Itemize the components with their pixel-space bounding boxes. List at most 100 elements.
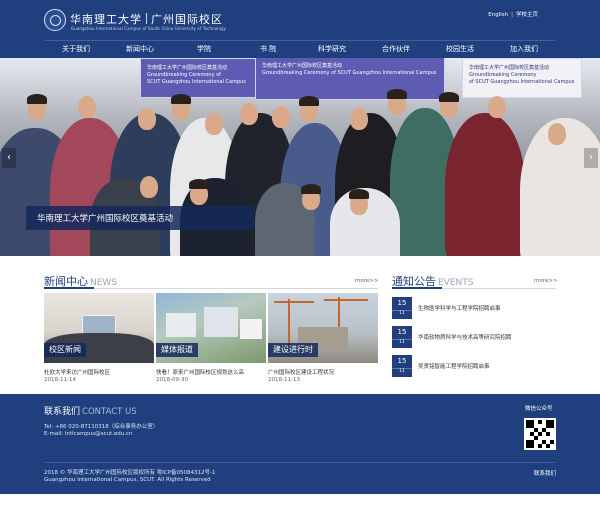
backdrop-center-text: 华南理工大学广州国际校区奠基活动 Groundbreaking Ceremony… xyxy=(262,63,437,76)
banner-prev-arrow-icon[interactable]: ‹ xyxy=(2,148,16,168)
banner-backdrop-right: 华南理工大学广州国际校区奠基活动 Groundbreaking Ceremony… xyxy=(462,58,582,98)
top-links: English | 学校主页 xyxy=(488,10,538,18)
notice-title-en: EVENTS xyxy=(438,278,474,288)
news-card-label: 媒体报道 xyxy=(156,343,198,357)
copyright-en: Guangzhou International Campus, SCUT. Al… xyxy=(44,477,211,483)
backdrop-right-text: 华南理工大学广州国际校区奠基活动 Groundbreaking Ceremony… xyxy=(469,65,575,85)
news-more-link[interactable]: more>> xyxy=(355,278,378,284)
campus-building xyxy=(166,313,196,337)
news-card-caption: 广州国际校区建设工程状况 xyxy=(268,370,335,376)
contact-title-cn: 联系我们 xyxy=(44,407,81,417)
contact-phone: Tel: +86 020-87110318（综合事务办公室） xyxy=(44,424,159,430)
crane xyxy=(288,299,290,349)
crowd-hair xyxy=(189,179,209,189)
crowd-face xyxy=(138,108,156,130)
logo-campus-name: 广州国际校区 xyxy=(151,13,223,26)
crowd-face xyxy=(272,106,290,128)
notice-title[interactable]: 吴贤铭智能工程学院招聘启事 xyxy=(418,362,490,370)
wechat-qr-code xyxy=(524,418,556,450)
news-card[interactable]: 校区新闻 杜欧大学来访广州国际校区 2018-11-14 xyxy=(44,293,154,387)
notice-divider-accent xyxy=(392,287,442,289)
logo-english-name: Guangzhou International Campus of South … xyxy=(71,26,227,31)
notice-day: 15 xyxy=(397,357,407,365)
footer-contact-link[interactable]: 联系我们 xyxy=(534,469,556,477)
nav-campus-life[interactable]: 校园生活 xyxy=(428,42,492,58)
qr-code-icon xyxy=(526,420,554,448)
nav-partners[interactable]: 合作伙伴 xyxy=(364,42,428,58)
university-home-link[interactable]: 学校主页 xyxy=(516,12,538,18)
english-link[interactable]: English xyxy=(488,12,508,18)
nav-divider xyxy=(44,40,556,41)
crowd-face xyxy=(240,103,258,125)
nav-schools[interactable]: 学院 xyxy=(172,42,236,58)
crane xyxy=(324,299,368,301)
site-header: 华南理工大学 广州国际校区 Guangzhou International Cam… xyxy=(0,0,600,58)
nav-join-us[interactable]: 加入我们 xyxy=(492,42,556,58)
crowd-hair xyxy=(301,184,321,194)
news-card-label: 建设进行时 xyxy=(268,343,318,357)
crowd-hair xyxy=(299,96,319,106)
nav-news[interactable]: 新闻中心 xyxy=(108,42,172,58)
crowd-face xyxy=(205,113,223,135)
news-card[interactable]: 建设进行时 广州国际校区建设工程状况 2018-11-13 xyxy=(268,293,378,387)
logo-title: 华南理工大学 广州国际校区 xyxy=(70,11,223,27)
top-links-separator: | xyxy=(511,12,513,18)
logo-school-name: 华南理工大学 xyxy=(70,13,142,26)
crowd-face xyxy=(548,123,566,145)
presentation-screen xyxy=(82,315,116,335)
notice-date-badge: 15 11 xyxy=(392,326,412,348)
crowd-face xyxy=(140,176,158,198)
notice-title[interactable]: 华南软物质科学与技术高等研究院招聘 xyxy=(418,333,512,341)
notice-day: 15 xyxy=(397,299,407,307)
crowd-figure xyxy=(445,113,525,256)
nav-about[interactable]: 关于我们 xyxy=(44,42,108,58)
news-divider xyxy=(44,288,378,289)
notice-month: 11 xyxy=(392,339,412,346)
banner-next-arrow-icon[interactable]: › xyxy=(584,148,598,168)
news-divider-accent xyxy=(44,287,94,289)
notice-item[interactable]: 15 11 吴贤铭智能工程学院招聘启事 xyxy=(392,355,556,377)
news-card[interactable]: 媒体报道 快看！原来广州国际校区规划这么高 2018-09-30 xyxy=(156,293,266,387)
banner-caption[interactable]: 华南理工大学广州国际校区奠基活动 xyxy=(26,206,254,230)
backdrop-left-text: 华南理工大学广州国际校区奠基活动 Groundbreaking Ceremony… xyxy=(147,65,246,85)
crowd-hair xyxy=(439,92,459,102)
contact-email[interactable]: E-mail: intlcampus@scut.edu.cn xyxy=(44,431,133,437)
notice-day: 15 xyxy=(397,328,407,336)
news-card-date: 2018-09-30 xyxy=(156,377,188,383)
logo-divider xyxy=(146,13,147,24)
footer-divider xyxy=(44,462,556,463)
notice-month: 11 xyxy=(392,310,412,317)
copyright-cn: 2018 © 华南理工大学广州国际校区版权所有 粤ICP备05084312号-1 xyxy=(44,470,216,476)
crowd-hair xyxy=(27,94,47,104)
notice-item[interactable]: 15 11 华南软物质科学与技术高等研究院招聘 xyxy=(392,326,556,348)
notice-title[interactable]: 生物医学科学与工程学院招聘启事 xyxy=(418,304,501,312)
crane xyxy=(274,301,314,303)
nav-research[interactable]: 科学研究 xyxy=(300,42,364,58)
news-card-date: 2018-11-13 xyxy=(268,377,300,383)
news-card-date: 2018-11-14 xyxy=(44,377,76,383)
banner-backdrop-center: 华南理工大学广州国际校区奠基活动 Groundbreaking Ceremony… xyxy=(255,58,445,100)
news-card-caption: 杜欧大学来访广州国际校区 xyxy=(44,370,111,376)
university-seal-icon xyxy=(44,9,66,31)
notice-month: 11 xyxy=(392,368,412,375)
news-title-en: NEWS xyxy=(90,278,118,288)
notice-date-badge: 15 11 xyxy=(392,297,412,319)
banner-backdrop-left: 华南理工大学广州国际校区奠基活动 Groundbreaking Ceremony… xyxy=(140,58,260,98)
crowd-face xyxy=(488,96,506,118)
crowd-hair xyxy=(387,89,407,99)
notice-more-link[interactable]: more>> xyxy=(534,278,557,284)
wechat-label: 微信公众号 xyxy=(525,406,553,412)
news-card-caption: 快看！原来广州国际校区规划这么高 xyxy=(156,370,245,376)
hero-banner[interactable]: 华南理工大学广州国际校区奠基活动 Groundbreaking Ceremony… xyxy=(0,58,600,256)
campus-building xyxy=(240,319,262,339)
contact-title-en: CONTACT US xyxy=(82,407,137,417)
crowd-face xyxy=(350,108,368,130)
contact-title: 联系我们 CONTACT US xyxy=(44,404,137,417)
main-nav: 关于我们 新闻中心 学院 书 院 科学研究 合作伙伴 校园生活 加入我们 xyxy=(44,42,556,58)
campus-building xyxy=(204,307,238,337)
notice-item[interactable]: 15 11 生物医学科学与工程学院招聘启事 xyxy=(392,297,556,319)
site-footer: 联系我们 CONTACT US Tel: +86 020-87110318（综合事… xyxy=(0,394,600,494)
nav-colleges[interactable]: 书 院 xyxy=(236,42,300,58)
crowd-hair xyxy=(349,189,369,199)
site-logo[interactable]: 华南理工大学 广州国际校区 Guangzhou International Cam… xyxy=(44,9,226,37)
